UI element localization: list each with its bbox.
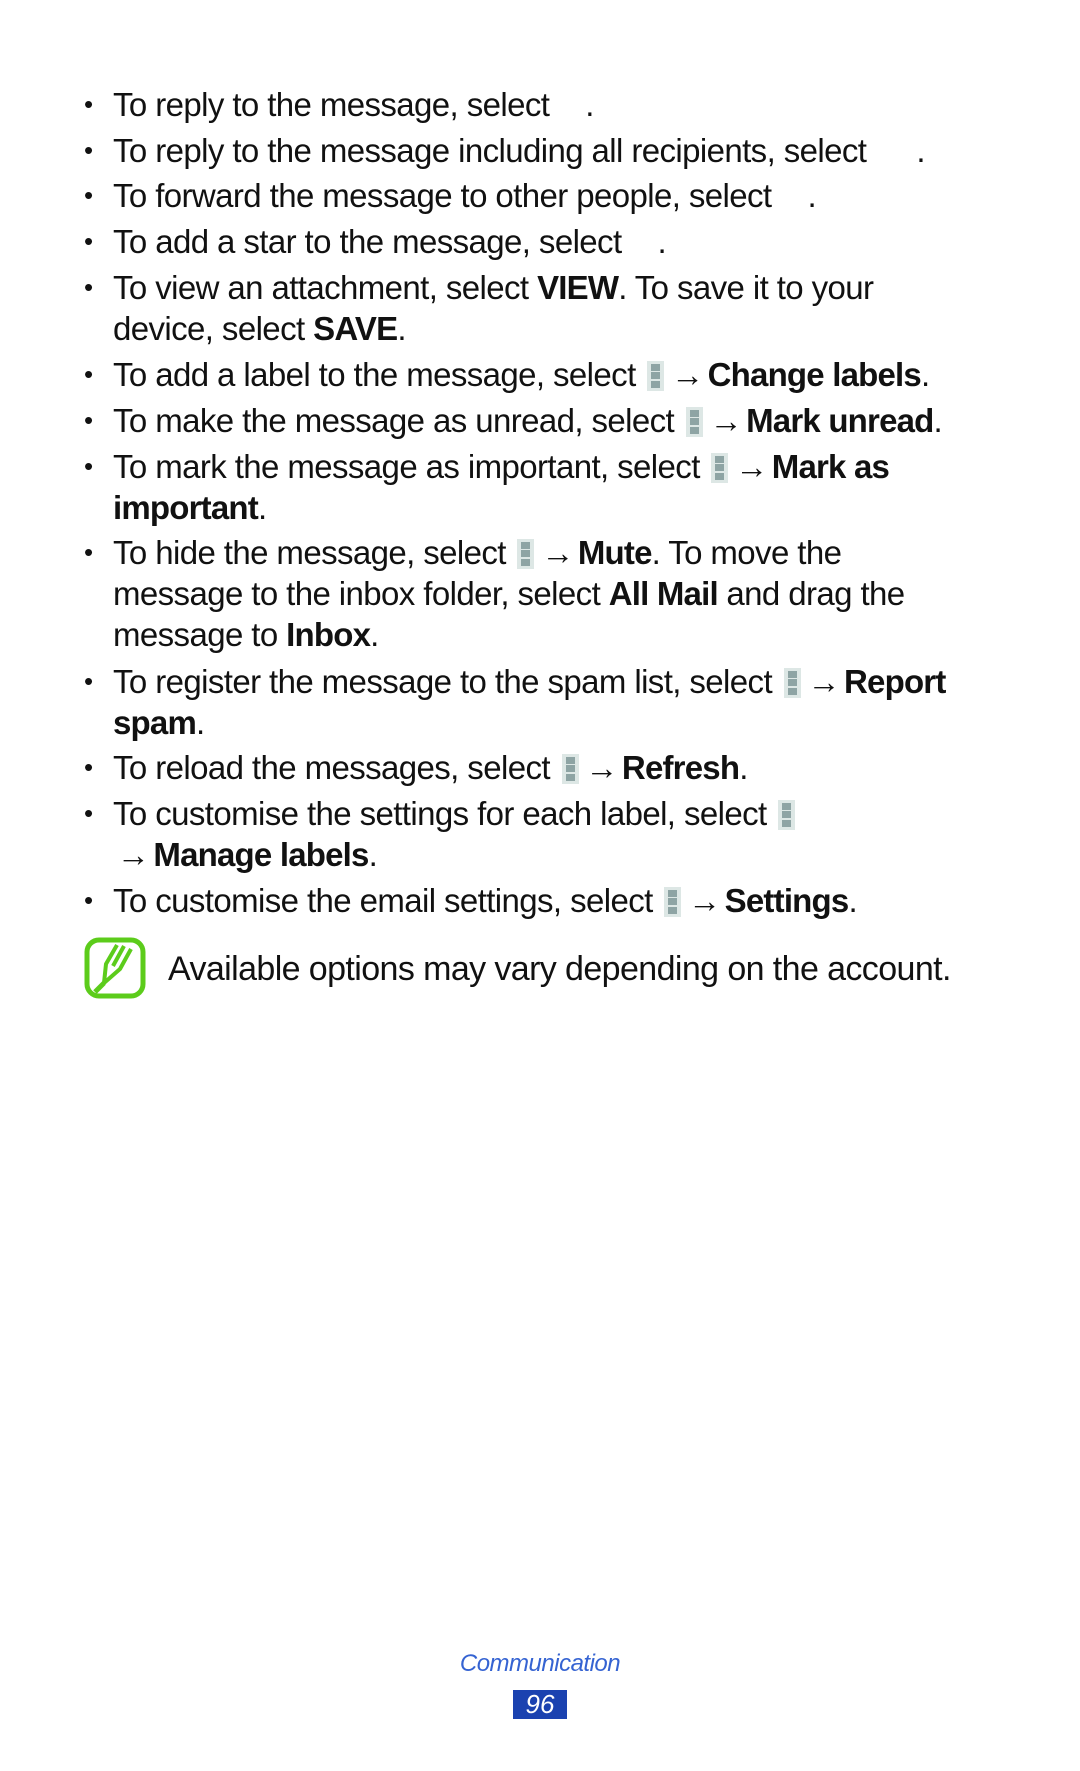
menu-icon <box>685 407 703 437</box>
arrow-icon: → <box>735 448 768 485</box>
bullet: • <box>84 798 93 828</box>
arrow-icon: → <box>671 356 704 393</box>
item-text: To reply to the message including all re… <box>113 132 867 169</box>
item-text-end: . <box>257 489 267 526</box>
item-text: To hide the message, select <box>113 534 506 571</box>
item-text-end: . <box>657 223 667 260</box>
item-text-end: . <box>370 616 379 653</box>
item-text: To customise the email settings, select <box>113 882 653 919</box>
item-text: To add a label to the message, select <box>113 356 636 393</box>
item-text-end: . <box>916 132 925 169</box>
item-text: To mark the message as important, select <box>113 448 700 485</box>
save-label: SAVE <box>313 310 398 347</box>
item-text: To add a star to the message, select <box>113 223 622 260</box>
menu-icon <box>711 453 729 483</box>
item-text-end: . <box>807 177 817 214</box>
menu-icon <box>783 668 801 698</box>
list-item-settings: • To customise the email settings, selec… <box>84 880 1004 921</box>
list-item-refresh: • To reload the messages, select → Refres… <box>84 747 1004 788</box>
arrow-icon: → <box>807 663 841 700</box>
menu-option-label: Manage labels <box>153 836 369 873</box>
list-item-forward: • To forward the message to other people… <box>84 175 1004 216</box>
bullet: • <box>84 89 93 119</box>
bullet: • <box>84 405 93 435</box>
arrow-icon: → <box>585 749 619 786</box>
list-item-reply: • To reply to the message, select. <box>84 84 1004 125</box>
menu-option-label: Change labels <box>707 356 922 393</box>
list-item-attachment: • To view an attachment, select VIEW. To… <box>84 267 1004 349</box>
bullet: • <box>84 451 93 481</box>
menu-icon <box>561 754 579 784</box>
page-number: 96 <box>513 1690 567 1719</box>
arrow-icon: → <box>541 534 574 571</box>
arrow-icon: → <box>117 836 150 873</box>
list-item-mark-unread: • To make the message as unread, select … <box>84 400 1004 441</box>
arrow-icon: → <box>688 882 721 919</box>
item-text: To reply to the message, select <box>113 86 550 123</box>
menu-icon <box>517 539 535 569</box>
menu-option-label: Refresh <box>621 749 740 786</box>
reply-all-icon <box>866 152 916 162</box>
item-text: To customise the settings for each label… <box>113 795 767 832</box>
view-label: VIEW <box>537 269 619 306</box>
menu-icon <box>647 361 665 391</box>
reply-icon <box>549 106 585 116</box>
list-item-change-labels: • To add a label to the message, select … <box>84 354 1004 395</box>
note-text: Available options may vary depending on … <box>168 950 951 988</box>
item-text-end: . <box>848 882 858 919</box>
list-item-mark-important: • To mark the message as important, sele… <box>84 446 1004 528</box>
bullet: • <box>84 752 93 782</box>
list-item-manage-labels: • To customise the settings for each lab… <box>84 793 1004 875</box>
bullet: • <box>84 537 93 567</box>
item-text: To register the message to the spam list… <box>113 663 773 700</box>
item-text-end: . <box>933 402 943 439</box>
item-text-end: . <box>920 356 930 393</box>
note-pencil-icon <box>84 937 146 999</box>
bullet: • <box>84 180 93 210</box>
list-item-star: • To add a star to the message, select. <box>84 221 1004 262</box>
bullet: • <box>84 272 93 302</box>
menu-option-label: Settings <box>724 882 850 919</box>
list-item-report-spam: • To register the message to the spam li… <box>84 661 1004 743</box>
item-text-end: . <box>368 836 378 873</box>
bullet: • <box>84 135 93 165</box>
item-text: To make the message as unread, select <box>113 402 675 439</box>
item-text-end: . <box>196 704 205 741</box>
menu-option-label: Mark unread <box>746 402 934 439</box>
bullet: • <box>84 885 93 915</box>
menu-icon <box>778 800 796 830</box>
item-text-end: . <box>739 749 748 786</box>
forward-icon <box>771 197 807 207</box>
item-text: To forward the message to other people, … <box>113 177 772 214</box>
item-text: To view an attachment, select <box>113 269 538 306</box>
star-icon <box>622 243 658 253</box>
item-text: To reload the messages, select <box>113 749 551 786</box>
item-text-end: . <box>397 310 406 347</box>
inbox-label: Inbox <box>286 616 371 653</box>
list-item-mute: • To hide the message, select → Mute. To … <box>84 532 1004 655</box>
bullet: • <box>84 359 93 389</box>
section-name: Communication <box>459 1650 621 1677</box>
note-box: Available options may vary depending on … <box>84 937 1044 1001</box>
arrow-icon: → <box>709 402 743 439</box>
bullet: • <box>84 226 93 256</box>
list-item-reply-all: • To reply to the message including all … <box>84 130 1004 171</box>
item-text-end: . <box>585 86 594 123</box>
all-mail-label: All Mail <box>608 575 719 612</box>
bullet: • <box>84 666 93 696</box>
menu-icon <box>664 887 682 917</box>
menu-option-label: Mute <box>577 534 653 571</box>
